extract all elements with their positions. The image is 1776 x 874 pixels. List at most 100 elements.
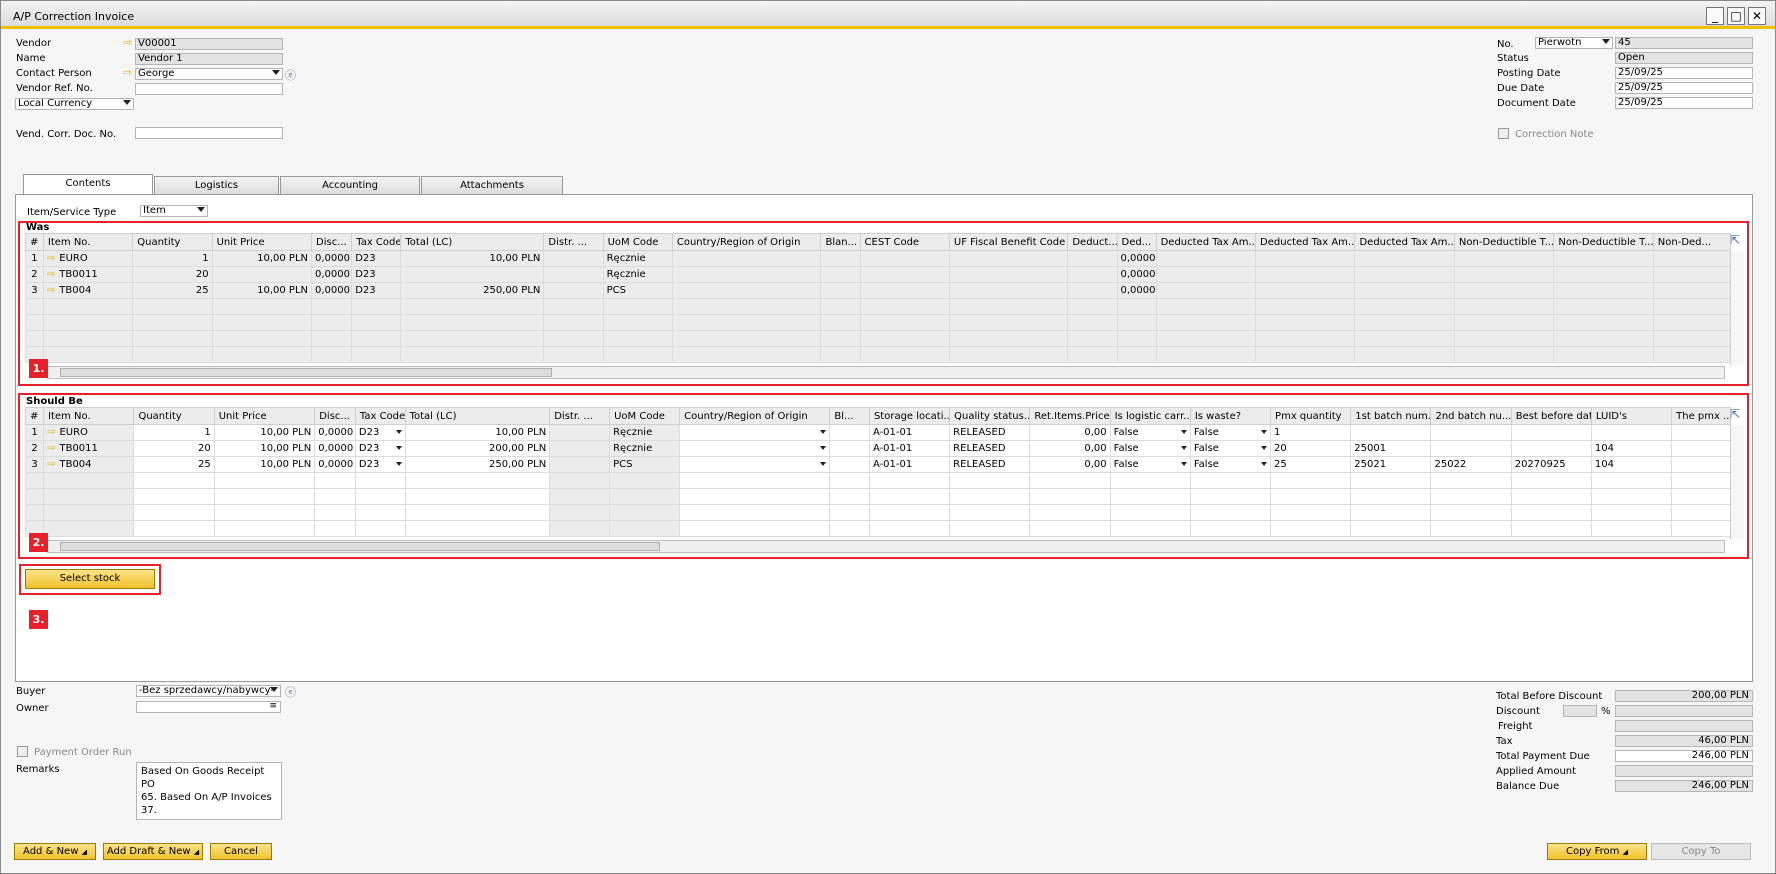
grid-cell[interactable] [404, 472, 551, 489]
grid-cell[interactable] [829, 472, 870, 489]
vendor-ref-field[interactable] [135, 83, 283, 95]
grid-cell[interactable] [1453, 298, 1555, 315]
grid-cell[interactable] [314, 504, 356, 521]
grid-cell[interactable] [1652, 282, 1732, 299]
grid-cell[interactable] [211, 266, 313, 283]
grid-cell[interactable] [1430, 424, 1512, 441]
grid-cell[interactable] [671, 282, 822, 299]
link-arrow-icon[interactable]: ⇨ [47, 443, 55, 454]
grid-cell[interactable] [354, 520, 406, 537]
grid-cell[interactable]: False [1189, 456, 1272, 473]
grid-cell[interactable] [820, 330, 861, 347]
grid-cell[interactable]: A-01-01 [868, 440, 951, 457]
grid-cell[interactable]: 10,00 PLN [211, 282, 313, 299]
grid-cell[interactable] [1652, 346, 1732, 363]
table-row[interactable]: 3 ⇨ TB004 25 10,00 PLN 0,0000 D23 250,00 PLN PCS… [25, 282, 1732, 299]
grid-cell[interactable] [609, 488, 681, 505]
table-row[interactable]: 2 ⇨ TB0011 20 10,00 PLN 0,0000 D23 200,00 PLN Rę… [24, 440, 1731, 457]
column-header[interactable]: Unit Price [213, 407, 316, 425]
grid-cell[interactable] [1029, 504, 1111, 521]
grid-cell[interactable] [1189, 520, 1272, 537]
grid-cell[interactable] [679, 488, 831, 505]
grid-cell[interactable] [132, 298, 213, 315]
grid-cell[interactable] [1155, 250, 1257, 267]
grid-cell[interactable] [1652, 298, 1732, 315]
grid-cell[interactable] [42, 346, 134, 363]
grid-cell[interactable]: 0,0000 [314, 456, 356, 473]
was-horizontal-scrollbar[interactable] [47, 366, 1725, 379]
grid-cell[interactable]: 0,0000 [311, 282, 353, 299]
grid-cell[interactable] [1155, 314, 1257, 331]
grid-cell[interactable] [1067, 330, 1118, 347]
grid-cell[interactable] [1029, 488, 1111, 505]
column-header[interactable]: Item No. [42, 233, 134, 251]
grid-cell[interactable] [404, 504, 551, 521]
grid-cell[interactable] [859, 346, 950, 363]
grid-cell[interactable] [549, 504, 611, 521]
grid-cell[interactable] [213, 504, 316, 521]
table-row[interactable] [25, 346, 1732, 363]
grid-cell[interactable] [1652, 266, 1732, 283]
column-header[interactable]: Ret.Items.Price [1029, 407, 1111, 425]
grid-cell[interactable] [1255, 250, 1356, 267]
grid-cell[interactable] [133, 488, 215, 505]
link-arrow-icon[interactable]: ⇨ [47, 459, 55, 470]
grid-cell[interactable] [1590, 488, 1673, 505]
grid-cell[interactable] [602, 314, 673, 331]
grid-cell[interactable] [859, 282, 950, 299]
grid-cell[interactable] [213, 520, 316, 537]
grid-cell[interactable] [671, 250, 822, 267]
grid-cell[interactable] [829, 504, 870, 521]
contact-person-select[interactable]: George [135, 68, 283, 80]
column-header[interactable]: Total (LC) [404, 407, 551, 425]
grid-cell[interactable] [1155, 282, 1257, 299]
grid-cell[interactable] [549, 440, 611, 457]
close-icon[interactable]: ✕ [1748, 7, 1766, 25]
grid-cell[interactable]: 10,00 PLN [400, 250, 545, 267]
was-vertical-scrollbar[interactable] [1730, 251, 1744, 365]
grid-cell[interactable] [602, 346, 673, 363]
grid-cell[interactable] [549, 456, 611, 473]
grid-cell[interactable] [1453, 266, 1555, 283]
grid-cell[interactable]: 10,00 PLN [404, 424, 551, 441]
grid-cell[interactable] [549, 472, 611, 489]
grid-cell[interactable] [543, 250, 604, 267]
grid-cell[interactable]: 200,00 PLN [404, 440, 551, 457]
column-header[interactable]: LUID's [1590, 407, 1673, 425]
grid-cell[interactable] [1671, 440, 1731, 457]
grid-cell[interactable] [1067, 250, 1118, 267]
tab-attachments[interactable]: Attachments [421, 176, 563, 194]
grid-cell[interactable] [1430, 472, 1512, 489]
grid-cell[interactable] [549, 520, 611, 537]
grid-cell[interactable]: RELEASED [949, 440, 1031, 457]
grid-cell[interactable] [948, 282, 1069, 299]
grid-cell[interactable] [1255, 314, 1356, 331]
grid-cell[interactable] [543, 330, 604, 347]
grid-cell[interactable] [1510, 520, 1592, 537]
grid-cell[interactable] [829, 440, 870, 457]
grid-cell[interactable] [133, 504, 215, 521]
grid-cell[interactable] [1510, 440, 1592, 457]
table-row[interactable] [24, 504, 1731, 521]
grid-cell[interactable]: 0,00 [1029, 424, 1111, 441]
grid-cell[interactable] [213, 488, 316, 505]
grid-cell[interactable] [211, 346, 313, 363]
column-header[interactable]: UoM Code [602, 233, 673, 251]
grid-cell[interactable] [133, 472, 215, 489]
column-header[interactable]: Country/Region of Origin [679, 407, 831, 425]
tab-accounting[interactable]: Accounting [280, 176, 420, 194]
grid-cell[interactable] [543, 298, 604, 315]
grid-cell[interactable] [829, 424, 870, 441]
grid-cell[interactable]: 10,00 PLN [211, 250, 313, 267]
grid-cell[interactable] [679, 504, 831, 521]
grid-cell[interactable] [679, 440, 831, 457]
column-header[interactable]: Country/Region of Origin [671, 233, 822, 251]
grid-cell[interactable] [1553, 282, 1654, 299]
grid-cell[interactable] [820, 282, 861, 299]
expand-icon[interactable]: ⇱ [1730, 407, 1740, 421]
grid-cell[interactable] [400, 314, 545, 331]
select-stock-button[interactable]: Select stock [25, 569, 155, 589]
vendor-field[interactable]: V00001 [135, 38, 283, 50]
grid-cell[interactable] [1270, 472, 1352, 489]
column-header[interactable]: Best before date [1510, 407, 1592, 425]
